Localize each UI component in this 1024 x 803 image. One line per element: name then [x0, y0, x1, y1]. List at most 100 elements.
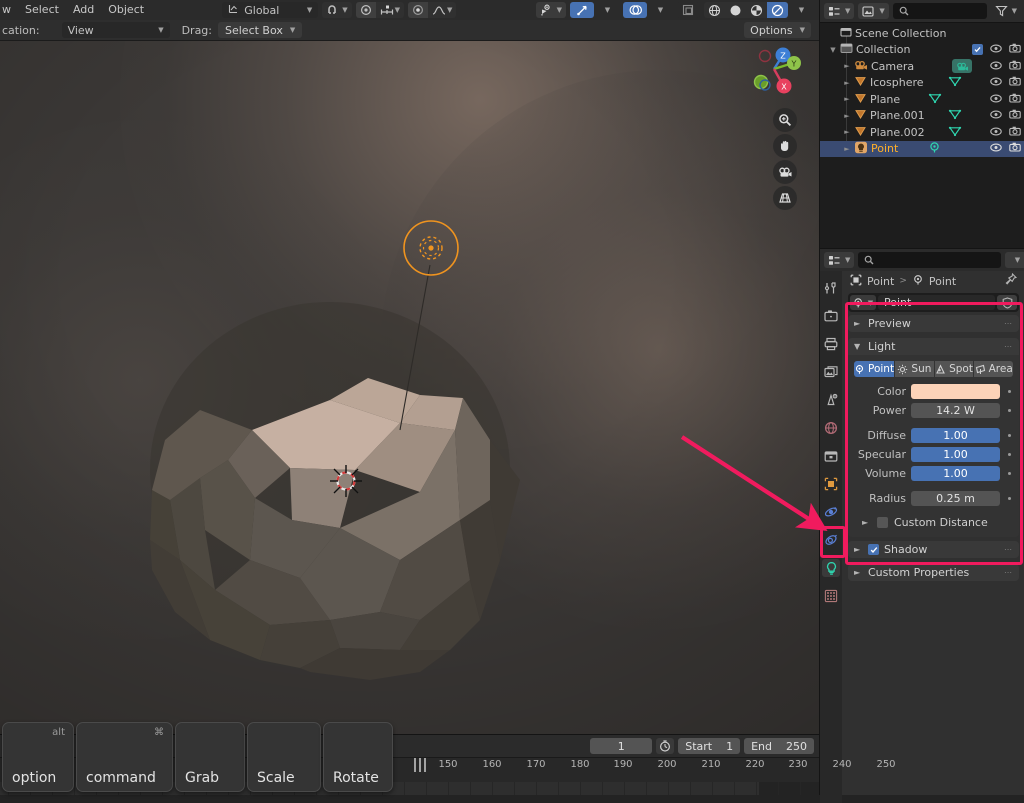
snap-magnet-button[interactable]: ▼ — [322, 2, 352, 18]
camera-render-icon[interactable] — [1009, 76, 1021, 89]
viewport-header[interactable]: w Select Add Object Global ▼ ▼ ▼ ▼ ▼ ▼ ▼… — [0, 0, 819, 21]
light-type-selector[interactable]: Point Sun Spot Area — [854, 361, 1013, 377]
shading-material-button[interactable] — [746, 2, 767, 18]
expand-triangle-icon[interactable]: ▼ — [826, 46, 840, 54]
eye-icon[interactable] — [990, 142, 1002, 155]
animate-property-dot[interactable] — [1005, 434, 1013, 437]
timeline-playback-controls[interactable]: 1 Start 1 End 250 — [590, 738, 814, 754]
light-type-spot[interactable]: Spot — [934, 361, 974, 377]
gizmo-chevron[interactable]: ▼ — [595, 2, 619, 18]
view-axis-gizmo[interactable]: Z Y X — [743, 38, 805, 100]
subpanel-custom-distance[interactable]: ► Custom Distance — [862, 513, 1013, 531]
eye-icon[interactable] — [990, 43, 1002, 56]
properties-editor[interactable]: ▼ ▼ Point > Point ▼ Point ► Preview ⋯ ▼ … — [819, 248, 1024, 803]
breadcrumb[interactable]: Point > Point — [842, 271, 1024, 291]
properties-tab-column[interactable] — [820, 271, 842, 803]
field-power-value[interactable]: 14.2 W — [911, 403, 1000, 418]
tab-collection[interactable] — [822, 447, 840, 465]
tab-object-data-light[interactable] — [822, 559, 840, 577]
custom-distance-checkbox[interactable] — [877, 516, 888, 528]
pin-icon[interactable] — [1005, 272, 1018, 289]
light-data-icon[interactable] — [928, 141, 941, 157]
tab-render[interactable] — [822, 307, 840, 325]
menu-object[interactable]: Object — [101, 1, 151, 19]
camera-render-icon[interactable] — [1009, 93, 1021, 106]
perspective-grid-icon[interactable] — [773, 186, 797, 210]
outliner-tree[interactable]: Scene Collection ▼ Collection ► Camera ►… — [820, 23, 1024, 157]
collection-checkbox[interactable] — [972, 44, 983, 56]
visibility-gizmo-button[interactable]: ▼ — [535, 2, 566, 18]
camera-render-icon[interactable] — [1009, 142, 1021, 155]
menu-truncated[interactable]: w — [0, 1, 18, 19]
light-data-type-dropdown[interactable]: ▼ — [850, 295, 876, 310]
light-type-sun[interactable]: Sun — [895, 361, 934, 377]
light-type-area[interactable]: Area — [974, 361, 1013, 377]
properties-search-input[interactable] — [858, 252, 1001, 268]
animate-property-dot[interactable] — [1005, 390, 1013, 393]
frame-end-field[interactable]: End 250 — [744, 738, 814, 754]
outliner-row-camera[interactable]: ► Camera — [820, 58, 1024, 75]
camera-render-icon[interactable] — [1009, 60, 1021, 73]
shading-rendered-button[interactable] — [767, 2, 788, 18]
shading-mode-group[interactable] — [704, 2, 788, 18]
expand-triangle-icon[interactable]: ► — [840, 145, 854, 153]
expand-triangle-icon[interactable]: ► — [840, 128, 854, 136]
mesh-data-icon[interactable] — [928, 92, 942, 107]
camera-data-icon[interactable] — [952, 59, 972, 74]
overlays-toggle-button[interactable] — [623, 2, 647, 18]
pan-hand-icon[interactable] — [773, 134, 797, 158]
field-radius-value[interactable]: 0.25 m — [911, 491, 1000, 506]
shadow-checkbox[interactable] — [868, 544, 879, 555]
mesh-data-icon[interactable] — [948, 125, 962, 140]
current-frame-field[interactable]: 1 — [590, 738, 653, 754]
eye-icon[interactable] — [990, 126, 1002, 139]
gizmo-toggle-button[interactable] — [570, 2, 594, 18]
tab-physics[interactable] — [822, 503, 840, 521]
zoom-icon[interactable] — [773, 108, 797, 132]
field-volume[interactable]: Volume 1.00 — [854, 465, 1013, 482]
eye-icon[interactable] — [990, 76, 1002, 89]
panel-light-body[interactable]: Point Sun Spot Area Color Power 14.2 W D… — [848, 355, 1019, 537]
tab-tool[interactable] — [822, 279, 840, 297]
panel-light[interactable]: ▼ Light ⋯ — [848, 338, 1019, 355]
expand-triangle-icon[interactable]: ► — [840, 95, 854, 103]
expand-triangle-icon[interactable]: ► — [840, 62, 854, 70]
expand-triangle-icon[interactable]: ► — [840, 79, 854, 87]
camera-render-icon[interactable] — [1009, 109, 1021, 122]
properties-editor-icon[interactable]: ▼ — [824, 252, 855, 268]
light-type-point[interactable]: Point — [854, 361, 895, 377]
outliner-row-scene-collection[interactable]: Scene Collection — [820, 25, 1024, 42]
animate-property-dot[interactable] — [1005, 472, 1013, 475]
outliner-editor[interactable]: ▼ ▼ ▼ Scene Collection ▼ Collection ► Ca… — [819, 0, 1024, 248]
tool-settings-bar[interactable]: cation: View ▼ Drag: Select Box ▼ — [0, 20, 819, 41]
field-specular[interactable]: Specular 1.00 — [854, 446, 1013, 463]
outliner-header[interactable]: ▼ ▼ ▼ — [820, 0, 1024, 23]
eye-icon[interactable] — [990, 109, 1002, 122]
properties-body[interactable]: Point > Point ▼ Point ► Preview ⋯ ▼ Ligh… — [842, 271, 1024, 795]
outliner-filter-button[interactable]: ▼ — [991, 3, 1021, 19]
outliner-row-plane[interactable]: ► Plane — [820, 91, 1024, 108]
camera-render-icon[interactable] — [1009, 126, 1021, 139]
tab-scene[interactable] — [822, 391, 840, 409]
panel-custom-properties[interactable]: ► Custom Properties ⋯ — [848, 564, 1019, 581]
outliner-row-plane-002[interactable]: ► Plane.002 — [820, 124, 1024, 141]
field-volume-value[interactable]: 1.00 — [911, 466, 1000, 481]
auto-keying-button[interactable] — [656, 738, 675, 754]
outliner-row-plane-001[interactable]: ► Plane.001 — [820, 108, 1024, 125]
expand-triangle-icon[interactable]: ► — [840, 112, 854, 120]
camera-render-icon[interactable] — [1009, 43, 1021, 56]
field-diffuse[interactable]: Diffuse 1.00 — [854, 427, 1013, 444]
outliner-row-collection[interactable]: ▼ Collection — [820, 42, 1024, 59]
options-button[interactable]: Options ▼ — [744, 22, 811, 38]
proportional-editing-group[interactable]: ▼ — [355, 2, 405, 18]
orientation-dropdown[interactable]: View ▼ — [61, 22, 170, 38]
shading-solid-button[interactable] — [725, 2, 746, 18]
3d-viewport[interactable]: Z Y X w Select Add Object Global ▼ ▼ ▼ ▼… — [0, 0, 819, 734]
field-power[interactable]: Power 14.2 W — [854, 402, 1013, 419]
field-specular-value[interactable]: 1.00 — [911, 447, 1000, 462]
menu-select[interactable]: Select — [18, 1, 66, 19]
light-id-block[interactable]: ▼ Point — [848, 293, 1019, 312]
color-swatch[interactable] — [911, 384, 1000, 399]
proportional-editing-toggle[interactable] — [355, 2, 376, 18]
tab-constraints[interactable] — [822, 531, 840, 549]
